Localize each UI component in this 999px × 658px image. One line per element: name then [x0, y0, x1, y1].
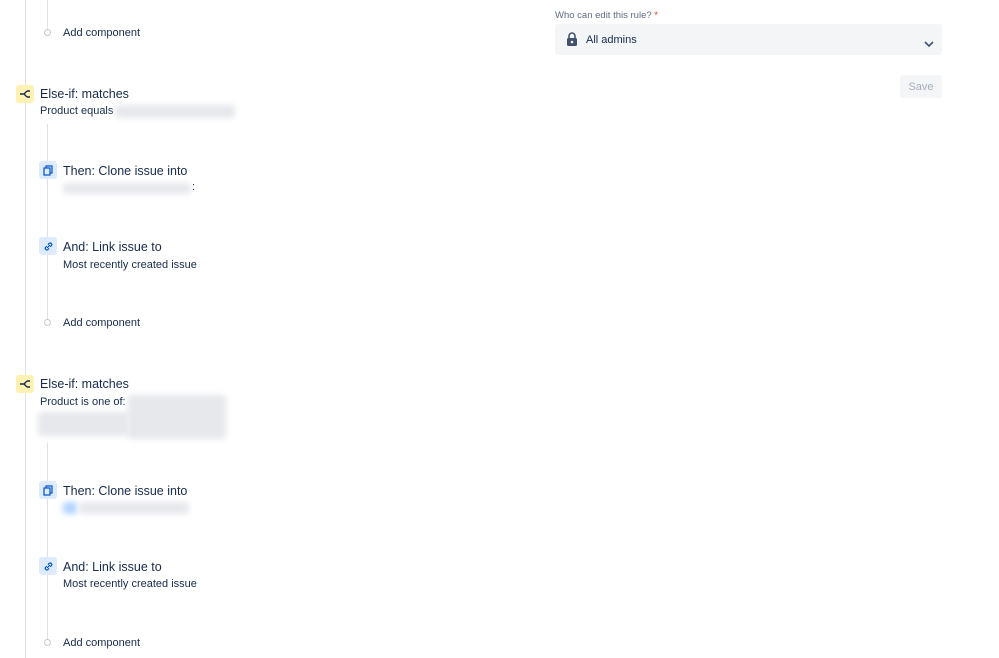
- edit-permission-label-text: Who can edit this rule?: [555, 10, 652, 21]
- add-component-dot: [44, 29, 51, 36]
- redacted-value: [63, 183, 191, 194]
- required-marker: *: [654, 10, 658, 21]
- redacted-value: [128, 395, 226, 439]
- clone-icon: [39, 161, 57, 179]
- add-component-link[interactable]: Add component: [63, 317, 140, 329]
- clone-icon: [39, 481, 57, 499]
- clone-action-title[interactable]: Then: Clone issue into: [63, 164, 187, 178]
- redacted-value: [115, 105, 235, 118]
- condition-detail: Product is one of:: [40, 396, 126, 408]
- redacted-value: [79, 502, 189, 514]
- condition-title[interactable]: Else-if: matches: [40, 87, 129, 101]
- link-action-detail: Most recently created issue: [63, 578, 197, 590]
- condition-detail: Product equals: [40, 105, 114, 117]
- branch-condition-icon: [16, 375, 34, 393]
- add-component-dot: [44, 639, 51, 646]
- link-action-detail: Most recently created issue: [63, 259, 197, 271]
- chevron-down-icon: [924, 35, 934, 53]
- clone-detail-suffix: :: [192, 181, 196, 193]
- branch-connector-line: [47, 124, 48, 320]
- add-component-link[interactable]: Add component: [63, 27, 140, 39]
- lock-icon: [566, 32, 578, 51]
- link-icon: [39, 557, 57, 575]
- redacted-value: [63, 502, 77, 514]
- edit-permission-select[interactable]: All admins: [555, 24, 942, 55]
- link-action-title[interactable]: And: Link issue to: [63, 560, 162, 574]
- branch-condition-icon: [16, 85, 34, 103]
- clone-action-title[interactable]: Then: Clone issue into: [63, 484, 187, 498]
- condition-title[interactable]: Else-if: matches: [40, 377, 129, 391]
- save-button[interactable]: Save: [900, 75, 942, 98]
- branch-connector-line: [47, 0, 48, 30]
- add-component-dot: [44, 319, 51, 326]
- branch-connector-line: [47, 443, 48, 640]
- add-component-link[interactable]: Add component: [63, 637, 140, 649]
- link-icon: [39, 237, 57, 255]
- edit-permission-label: Who can edit this rule? *: [555, 10, 658, 21]
- redacted-value: [38, 412, 130, 436]
- edit-permission-value: All admins: [586, 34, 637, 46]
- link-action-title[interactable]: And: Link issue to: [63, 240, 162, 254]
